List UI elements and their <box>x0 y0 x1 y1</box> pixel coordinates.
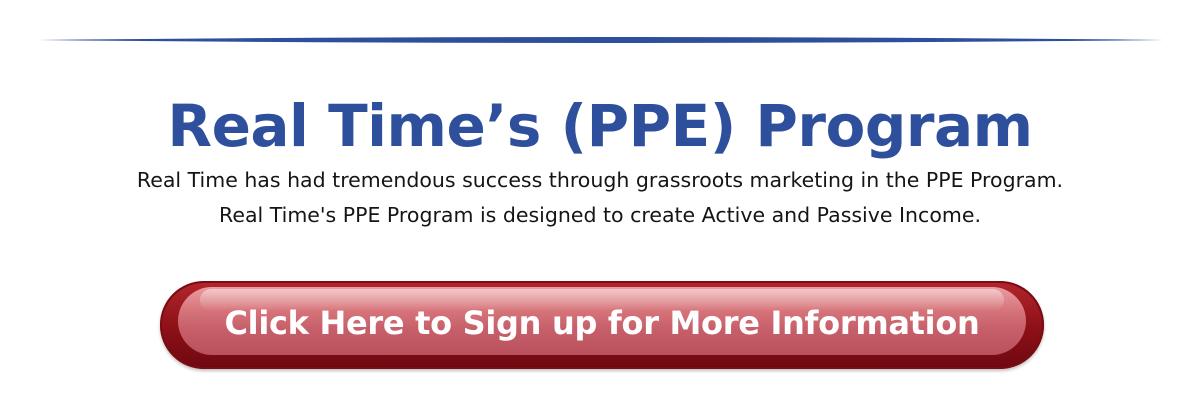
sign-up-button-label: Click Here to Sign up for More Informati… <box>224 304 980 342</box>
description-line-2: Real Time's PPE Program is designed to c… <box>219 203 981 227</box>
sign-up-button[interactable]: Click Here to Sign up for More Informati… <box>160 281 1044 369</box>
promo-banner: Real Time’s (PPE) Program Real Time has … <box>0 0 1200 402</box>
divider-line <box>38 37 1164 43</box>
divider-stroke <box>38 37 1164 43</box>
page-title: Real Time’s (PPE) Program <box>167 92 1033 160</box>
description-line-1: Real Time has had tremendous success thr… <box>136 168 1064 192</box>
